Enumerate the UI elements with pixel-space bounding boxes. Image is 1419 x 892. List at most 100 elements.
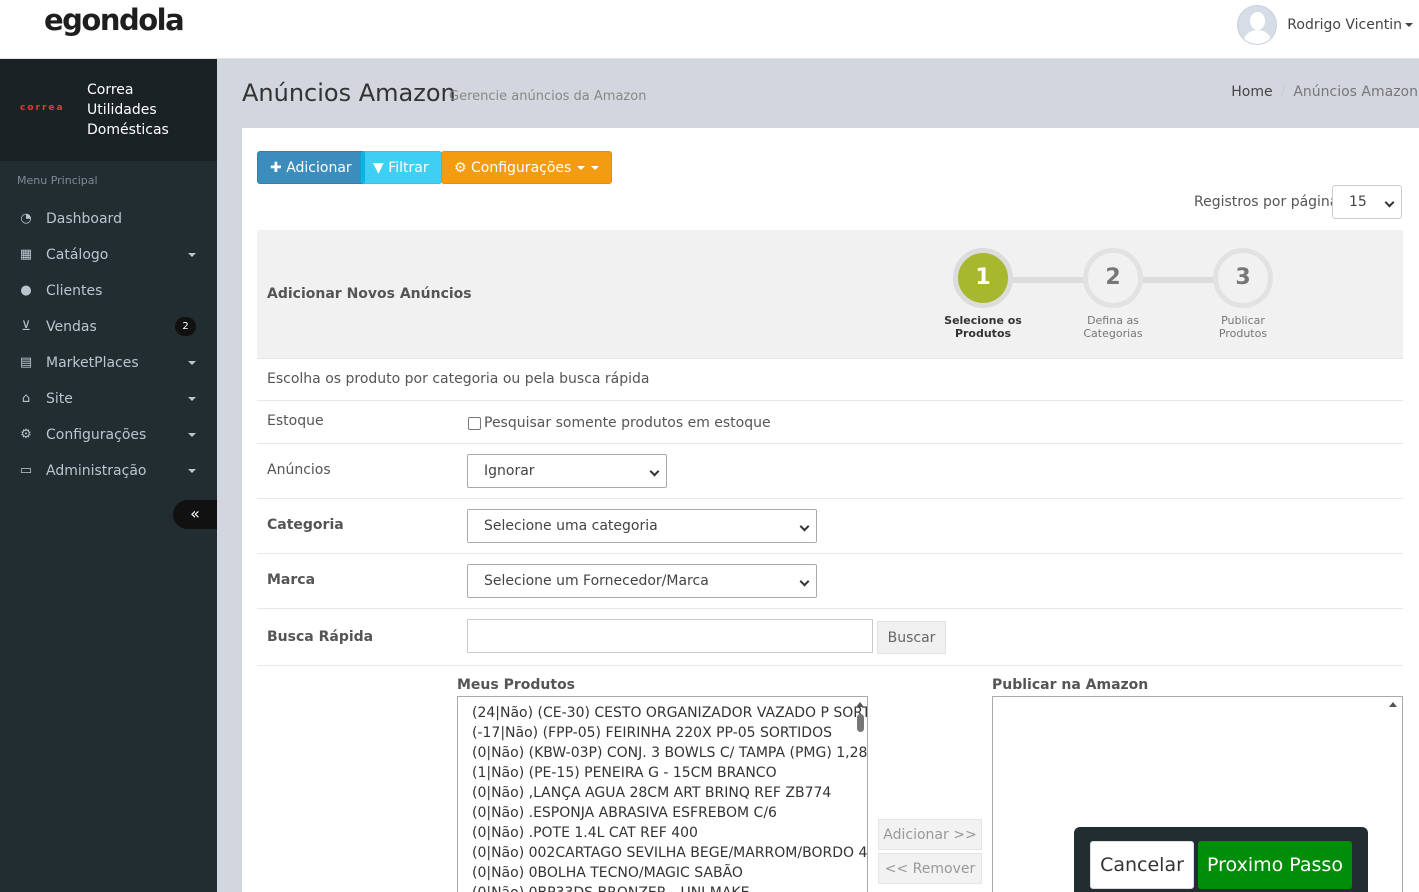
breadcrumb-separator: / [1280,84,1286,100]
add-to-amazon-button[interactable]: Adicionar >> [878,819,982,850]
records-per-page-select[interactable]: 15 [1332,185,1402,219]
filter-button[interactable]: ▼ Filtrar [360,151,442,184]
sidebar-item-label: MarketPlaces [46,355,139,371]
intro-text: Escolha os produto por categoria ou pela… [267,371,650,387]
step-label: Selecione os Produtos [944,314,1022,340]
step-label: Defina as Categorias [1083,314,1143,340]
category-select[interactable]: Selecione uma categoria [467,509,817,543]
list-item[interactable]: (1|Não) (PE-15) PENEIRA G - 15CM BRANCO [458,763,867,783]
sidebar-item-administracao[interactable]: ▭ Administração [0,453,217,489]
users-icon: ● [20,283,32,298]
store-name: Correa Utilidades Domésticas [87,82,169,138]
breadcrumb-home[interactable]: Home [1231,84,1272,100]
sidebar-item-label: Site [46,391,73,407]
gear-icon: ⚙ [454,160,467,176]
sidebar-collapse-button[interactable]: « [173,500,217,529]
sidebar-item-label: Vendas [46,319,97,335]
list-item[interactable]: (24|Não) (CE-30) CESTO ORGANIZADOR VAZAD… [458,703,867,723]
listbox-scrollbar[interactable] [855,697,867,892]
cart-icon: ⊻ [21,319,31,334]
store-logo: correa [20,103,65,113]
sidebar-item-configuracoes[interactable]: ⚙ Configurações [0,417,217,453]
list-item[interactable]: (0|Não) 002CARTAGO SEVILHA BEGE/MARROM/B… [458,843,867,863]
sidebar-item-dashboard[interactable]: ◔ Dashboard [0,201,217,237]
user-name[interactable]: Rodrigo Vicentin [1287,17,1402,33]
records-per-page-label: Registros por página [1194,194,1339,210]
chevron-down-icon [1405,23,1413,27]
sidebar-item-site[interactable]: ⌂ Site [0,381,217,417]
top-header: egondola Rodrigo Vicentin [0,0,1419,59]
list-item[interactable]: (0|Não) .ESPONJA ABRASIVA ESFREBOM C/6 [458,803,867,823]
quick-search-input[interactable] [467,619,873,653]
sidebar-item-catalogo[interactable]: ▦ Catálogo [0,237,217,273]
store-brand[interactable]: correa Correa Utilidades Domésticas [0,59,217,161]
sidebar-item-clientes[interactable]: ● Clientes [0,273,217,309]
marca-label: Marca [267,572,316,588]
laptop-icon: ▭ [19,463,33,478]
remove-from-amazon-button[interactable]: << Remover [878,853,982,884]
chevron-down-icon [188,397,196,401]
menu-header: Menu Principal [17,174,98,187]
sidebar-item-vendas[interactable]: ⊻ Vendas 2 [0,309,217,345]
chevron-down-icon [649,466,660,477]
anuncios-select[interactable]: Ignorar [467,454,667,488]
in-stock-checkbox-label[interactable]: Pesquisar somente produtos em estoque [484,415,771,431]
in-stock-checkbox[interactable] [468,417,481,430]
filter-icon: ▼ [373,160,384,176]
sidebar: correa Correa Utilidades Domésticas Menu… [0,59,217,892]
settings-dropdown-button[interactable]: ⚙ Configurações [441,151,613,184]
list-item[interactable]: (0|Não) 0BP33DS BRONZER - UNI MAKE [458,883,867,892]
chevron-down-icon [188,469,196,473]
sales-count-badge: 2 [175,317,196,336]
page-subtitle: Gerencie anúncios da Amazon [449,89,647,104]
wizard-action-bar: Cancelar Proximo Passo [1074,827,1368,892]
app-logo[interactable]: egondola [44,3,185,37]
list-item[interactable]: (0|Não) .POTE 1.4L CAT REF 400 [458,823,867,843]
step-number: 2 [1083,248,1143,308]
breadcrumb-current: Anúncios Amazon [1293,84,1418,100]
scroll-up-icon[interactable] [856,702,864,707]
chevron-down-icon [188,361,196,365]
gears-icon: ⚙ [20,427,32,442]
wizard-step-2[interactable]: 2 Defina as Categorias [1053,248,1173,340]
wizard-step-3[interactable]: 3 Publicar Produtos [1183,248,1303,340]
quick-search-label: Busca Rápida [267,629,374,645]
marca-row: Marca Selecione um Fornecedor/Marca [257,554,1403,609]
chevron-down-icon [577,166,586,170]
my-products-listbox[interactable]: (24|Não) (CE-30) CESTO ORGANIZADOR VAZAD… [457,696,868,892]
avatar[interactable] [1237,5,1278,45]
add-button[interactable]: ✚ Adicionar [257,151,365,184]
list-item[interactable]: (-17|Não) (FPP-05) FEIRINHA 220X PP-05 S… [458,723,867,743]
sidebar-item-label: Clientes [46,283,103,299]
categoria-row: Categoria Selecione uma categoria [257,499,1403,554]
sidebar-item-label: Configurações [46,427,147,443]
scroll-up-icon[interactable] [1389,702,1397,707]
sidebar-item-label: Dashboard [46,211,122,227]
chevron-down-icon [1384,197,1395,208]
sidebar-item-marketplaces[interactable]: ▤ MarketPlaces [0,345,217,381]
grid-icon: ▤ [19,355,33,370]
plus-icon: ✚ [270,160,282,176]
chevron-down-icon [799,576,810,587]
next-step-button[interactable]: Proximo Passo [1198,841,1352,889]
cancel-button[interactable]: Cancelar [1090,841,1194,889]
intro-row: Escolha os produto por categoria ou pela… [257,359,1403,401]
search-button[interactable]: Buscar [877,621,946,654]
sidebar-item-label: Administração [46,463,147,479]
list-item[interactable]: (0|Não) ,LANÇA AGUA 28CM ART BRINQ REF Z… [458,783,867,803]
dashboard-icon: ◔ [20,211,32,226]
chevron-down-icon [188,253,196,257]
brand-select[interactable]: Selecione um Fornecedor/Marca [467,564,817,598]
breadcrumb: Home / Anúncios Amazon [1231,84,1418,100]
wizard-step-1[interactable]: 1 Selecione os Produtos [923,248,1043,340]
step-label: Publicar Produtos [1218,314,1268,340]
sidebar-item-label: Catálogo [46,247,109,263]
list-item[interactable]: (0|Não) (KBW-03P) CONJ. 3 BOWLS C/ TAMPA… [458,743,867,763]
scrollbar-thumb[interactable] [857,714,864,732]
estoque-row: Estoque Pesquisar somente produtos em es… [257,401,1403,444]
main-box: ✚ Adicionar ▼ Filtrar ⚙ Configurações Re… [242,127,1419,892]
user-menu[interactable]: Rodrigo Vicentin [1237,5,1413,45]
step-number: 1 [953,248,1013,308]
listbox-scrollbar[interactable] [1389,697,1402,892]
list-item[interactable]: (0|Não) 0BOLHA TECNO/MAGIC SABÃO [458,863,867,883]
